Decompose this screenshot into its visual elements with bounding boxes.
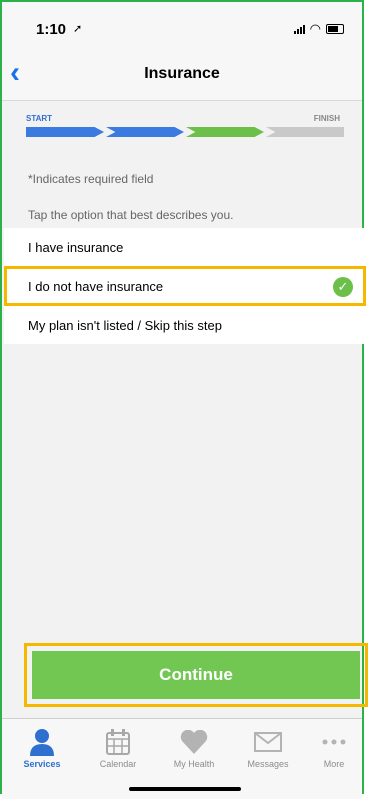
continue-button-highlight: Continue [24, 643, 368, 707]
option-label: I do not have insurance [28, 278, 164, 294]
person-icon [10, 727, 74, 757]
tab-my-health[interactable]: My Health [162, 727, 226, 769]
tab-services[interactable]: Services [10, 727, 74, 769]
tab-label: Services [23, 759, 61, 769]
location-arrow-icon: ➚ [73, 23, 83, 35]
status-time: 1:10 [36, 21, 67, 38]
status-bar: 1:10 ➚ ◠ [2, 2, 362, 50]
status-icons: ◠ [293, 21, 344, 36]
wifi-icon: ◠ [309, 21, 321, 36]
battery-icon [326, 24, 344, 34]
tab-label: My Health [173, 759, 215, 769]
option-label: I have insurance [28, 239, 124, 255]
progress-segment-4 [266, 127, 344, 137]
progress-start-label: START [26, 114, 53, 123]
tab-messages[interactable]: Messages [236, 727, 300, 769]
nav-bar: ‹ Insurance [2, 50, 362, 101]
tab-calendar[interactable]: Calendar [86, 727, 150, 769]
option-no-insurance[interactable]: I do not have insurance ✓ [4, 266, 366, 306]
continue-button[interactable]: Continue [32, 651, 360, 699]
signal-icon [293, 24, 305, 34]
tab-bar: Services Calendar My Health Messages Mor… [2, 718, 362, 799]
home-indicator[interactable] [129, 787, 241, 791]
envelope-icon [236, 727, 300, 757]
progress-segment-3 [186, 127, 264, 137]
tab-label: More [323, 759, 345, 769]
progress-segments [26, 127, 344, 137]
calendar-icon [86, 727, 150, 757]
progress-segment-2 [106, 127, 184, 137]
option-label: My plan isn't listed / Skip this step [28, 317, 222, 333]
more-dots-icon [302, 727, 366, 757]
heart-icon [162, 727, 226, 757]
page-title: Insurance [144, 65, 220, 82]
required-field-note: *Indicates required field [28, 172, 154, 186]
option-have-insurance[interactable]: I have insurance [4, 228, 366, 266]
tab-label: Calendar [99, 759, 137, 769]
progress-tracker: START FINISH [26, 114, 344, 144]
progress-finish-label: FINISH [313, 114, 340, 123]
insurance-options: I have insurance I do not have insurance… [4, 228, 366, 344]
instruction-text: Tap the option that best describes you. [28, 208, 234, 222]
tab-more[interactable]: More [302, 727, 366, 769]
progress-segment-1 [26, 127, 104, 137]
screen-frame: 1:10 ➚ ◠ ‹ Insurance START FINISH *Indic… [0, 0, 368, 799]
tab-label: Messages [247, 759, 289, 769]
option-plan-not-listed[interactable]: My plan isn't listed / Skip this step [4, 306, 366, 344]
checkmark-icon: ✓ [333, 277, 353, 297]
